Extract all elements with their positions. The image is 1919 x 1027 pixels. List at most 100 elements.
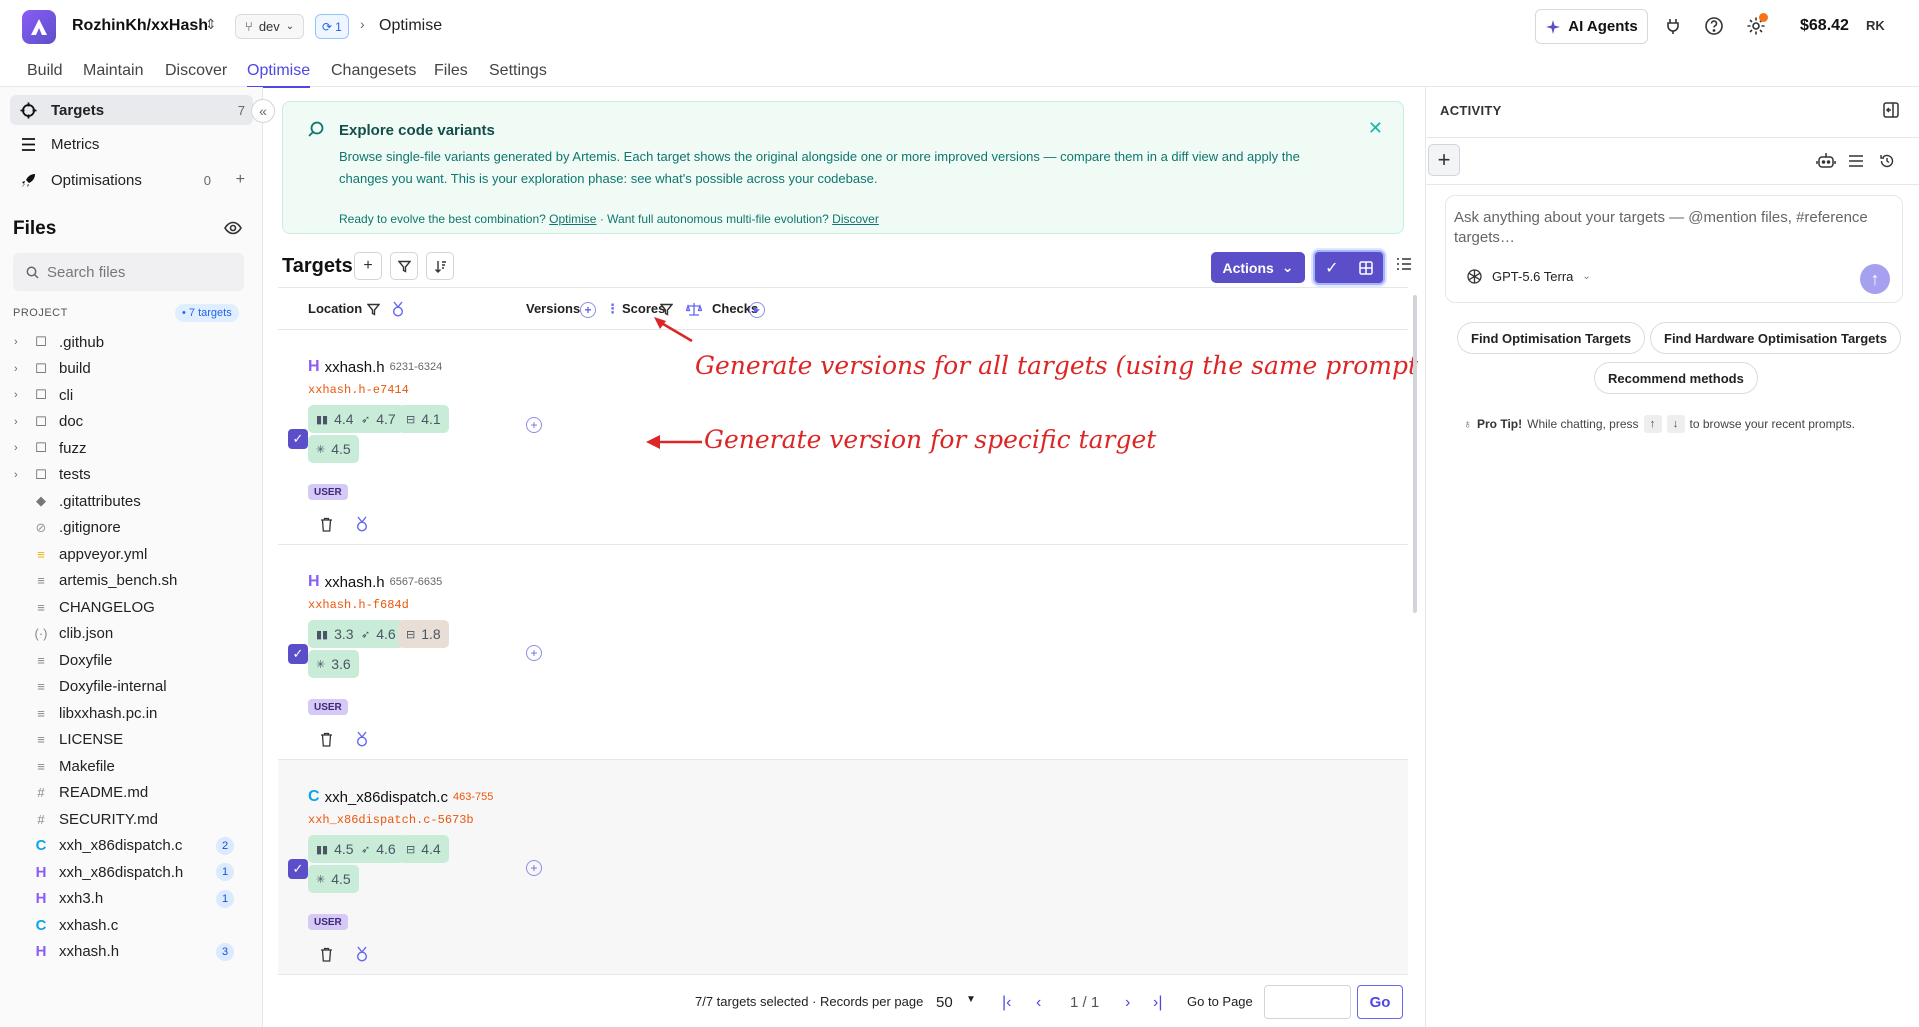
discover-link[interactable]: Discover <box>832 212 879 226</box>
generate-all-versions-icon[interactable]: + <box>580 302 596 318</box>
file-item[interactable]: ≡ CHANGELOG <box>0 594 263 621</box>
folder-item[interactable]: › ☐ .github <box>0 329 263 356</box>
collapse-sidebar-icon[interactable]: « <box>251 99 275 123</box>
table-row[interactable]: ✓ C xxh_x86dispatch.c 463-755 xxh_x86disp… <box>278 760 1408 975</box>
search-input[interactable]: Search files <box>13 253 244 291</box>
chevron-right-icon[interactable]: › <box>14 469 28 481</box>
score-pill[interactable]: ➶ 4.6 <box>353 620 404 648</box>
file-item[interactable]: ◆ .gitattributes <box>0 488 263 515</box>
add-target-button[interactable]: + <box>354 252 382 280</box>
folder-item[interactable]: › ☐ fuzz <box>0 435 263 462</box>
file-item[interactable]: ≡ appveyor.yml <box>0 541 263 568</box>
target-location[interactable]: H xxhash.h 6567-6635 <box>308 573 442 591</box>
folder-item[interactable]: › ☐ build <box>0 356 263 383</box>
score-pill[interactable]: ➶ 4.6 <box>353 835 404 863</box>
close-icon[interactable]: ✕ <box>1368 118 1383 139</box>
file-item[interactable]: Cxxh_x86dispatch.c 2 <box>0 833 263 860</box>
target-location[interactable]: C xxh_x86dispatch.c 463-755 <box>308 788 493 806</box>
file-item[interactable]: ≡ Doxyfile-internal <box>0 674 263 701</box>
sidebar-item-optimisations[interactable]: Optimisations 0 + <box>10 165 253 195</box>
generate-version-icon[interactable]: + <box>526 860 542 876</box>
folder-item[interactable]: › ☐ doc <box>0 409 263 436</box>
chevron-down-icon[interactable]: ▼ <box>966 994 976 1005</box>
gear-icon[interactable] <box>1744 13 1768 38</box>
tab-discover[interactable]: Discover <box>165 62 227 80</box>
file-item[interactable]: ≡ LICENSE <box>0 727 263 754</box>
col-versions[interactable]: Versions <box>526 301 580 316</box>
score-pill[interactable]: ✳ 4.5 <box>308 865 359 893</box>
branch-selector[interactable]: ⑂ dev ⌄ <box>235 14 305 39</box>
grid-icon[interactable] <box>1359 260 1373 275</box>
chevron-right-icon[interactable]: › <box>14 442 28 454</box>
chat-input[interactable]: Ask anything about your targets — @menti… <box>1445 195 1903 303</box>
collapse-panel-icon[interactable] <box>1883 102 1899 118</box>
goto-page-input[interactable] <box>1264 985 1351 1019</box>
tab-files[interactable]: Files <box>434 62 468 80</box>
checklist-icon[interactable] <box>1396 257 1412 276</box>
sync-badge[interactable]: ⟳ 1 <box>315 14 349 39</box>
medal-icon[interactable] <box>355 516 369 532</box>
model-selector[interactable]: GPT-5.6 Terra ⌄ <box>1466 268 1591 285</box>
sort-button[interactable] <box>426 252 454 280</box>
check-icon[interactable]: ✓ <box>1325 258 1338 278</box>
score-pill[interactable]: ✳ 4.5 <box>308 435 359 463</box>
file-item[interactable]: Hxxh_x86dispatch.h 1 <box>0 859 263 886</box>
file-item[interactable]: Hxxhash.h 3 <box>0 939 263 966</box>
score-pill[interactable]: ⊟ 4.4 <box>398 835 449 863</box>
file-item[interactable]: (·) clib.json <box>0 621 263 648</box>
optimise-link[interactable]: Optimise <box>549 212 596 226</box>
score-pill[interactable]: ⊟ 1.8 <box>398 620 449 648</box>
chevron-right-icon[interactable]: › <box>14 336 28 348</box>
tab-changesets[interactable]: Changesets <box>331 62 416 80</box>
chevron-right-icon[interactable]: › <box>14 416 28 428</box>
row-checkbox[interactable]: ✓ <box>288 859 308 879</box>
actions-dropdown[interactable]: Actions ⌄ <box>1211 252 1305 283</box>
file-item[interactable]: Cxxhash.c <box>0 912 263 939</box>
medal-icon[interactable] <box>355 946 369 962</box>
file-item[interactable]: ≡ Doxyfile <box>0 647 263 674</box>
row-checkbox[interactable]: ✓ <box>288 429 308 449</box>
target-location[interactable]: H xxhash.h 6231-6324 <box>308 358 442 376</box>
more-icon[interactable]: ⋮ <box>606 301 619 317</box>
new-chat-button[interactable]: + <box>1428 144 1460 176</box>
folder-item[interactable]: › ☐ cli <box>0 382 263 409</box>
medal-icon[interactable] <box>355 731 369 747</box>
file-item[interactable]: # README.md <box>0 780 263 807</box>
last-page-icon[interactable]: ›| <box>1153 994 1162 1012</box>
eye-icon[interactable] <box>224 221 242 240</box>
view-toggle[interactable]: ✓ <box>1313 250 1385 285</box>
avatar[interactable]: RK <box>1866 18 1885 33</box>
col-location[interactable]: Location <box>308 301 362 316</box>
file-item[interactable]: ⊘ .gitignore <box>0 515 263 542</box>
add-optimisation-icon[interactable]: + <box>236 171 245 189</box>
suggestion-find-hardware-targets[interactable]: Find Hardware Optimisation Targets <box>1650 322 1901 354</box>
file-item[interactable]: ≡ Makefile <box>0 753 263 780</box>
file-item[interactable]: ≡ artemis_bench.sh <box>0 568 263 595</box>
plug-icon[interactable] <box>1661 14 1685 38</box>
app-logo-icon[interactable] <box>22 10 56 44</box>
balance[interactable]: $68.42 <box>1800 17 1849 35</box>
first-page-icon[interactable]: |‹ <box>1002 994 1011 1012</box>
score-pill[interactable]: ⊟ 4.1 <box>398 405 449 433</box>
trash-icon[interactable] <box>320 517 333 532</box>
tab-settings[interactable]: Settings <box>489 62 547 80</box>
tab-maintain[interactable]: Maintain <box>83 62 143 80</box>
suggestion-find-targets[interactable]: Find Optimisation Targets <box>1457 322 1646 354</box>
history-icon[interactable] <box>1879 153 1895 169</box>
suggestion-recommend-methods[interactable]: Recommend methods <box>1594 362 1758 394</box>
scrollbar[interactable] <box>1413 295 1417 613</box>
trash-icon[interactable] <box>320 947 333 962</box>
tab-optimise[interactable]: Optimise <box>247 62 311 88</box>
ai-agents-button[interactable]: AI Agents <box>1535 9 1648 44</box>
sidebar-item-metrics[interactable]: Metrics <box>10 129 253 159</box>
robot-icon[interactable] <box>1816 152 1836 170</box>
prev-page-icon[interactable]: ‹ <box>1036 994 1041 1012</box>
medal-icon[interactable] <box>391 301 405 317</box>
trash-icon[interactable] <box>320 732 333 747</box>
file-item[interactable]: # SECURITY.md <box>0 806 263 833</box>
next-page-icon[interactable]: › <box>1125 994 1130 1012</box>
repo-switch-icon[interactable]: ⇕ <box>205 16 217 33</box>
chevron-right-icon[interactable]: › <box>14 389 28 401</box>
repo-name[interactable]: RozhinKh/xxHash <box>72 17 208 35</box>
score-pill[interactable]: ✳ 3.6 <box>308 650 359 678</box>
